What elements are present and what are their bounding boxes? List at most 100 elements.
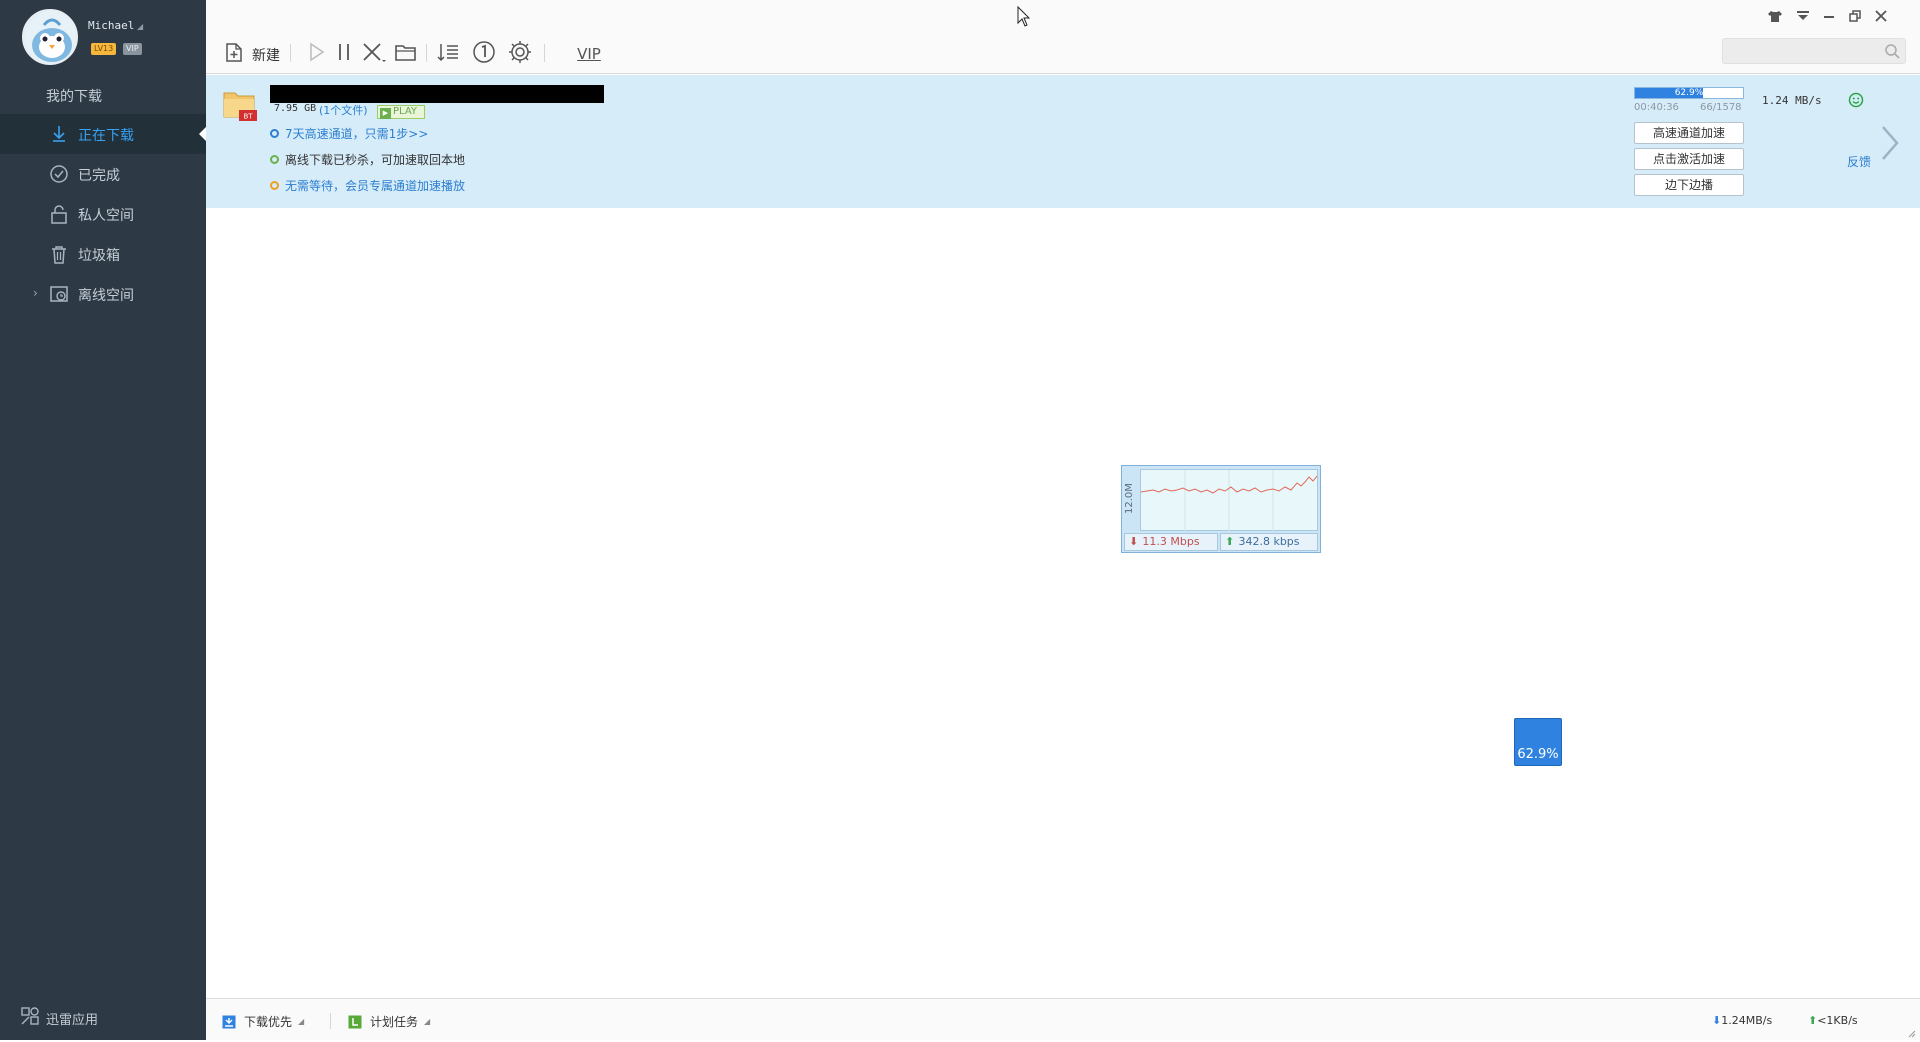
close-icon <box>1875 10 1887 26</box>
sort-button[interactable] <box>434 40 462 68</box>
speed-graph <box>1140 469 1318 532</box>
arrow-up-icon: ⬆ <box>1225 535 1235 548</box>
schedule-icon <box>348 1015 362 1029</box>
download-priority-toggle[interactable]: 下载优先 ◢ <box>222 1013 304 1030</box>
nav-my-downloads[interactable]: 我的下载 <box>0 75 206 115</box>
toolbar-divider <box>426 44 427 62</box>
toolbar-divider <box>290 44 291 62</box>
toolbar-divider <box>544 44 545 62</box>
tip-offline: 离线下载已秒杀，可加速取回本地 <box>270 151 465 168</box>
download-rate: ⬇ 11.3 Mbps <box>1124 533 1218 551</box>
chevron-right-icon[interactable] <box>1878 121 1902 165</box>
nav-label: 正在下载 <box>78 128 134 144</box>
highspeed-accelerate-button[interactable]: 高速通道加速 <box>1634 122 1744 144</box>
arrow-down-icon: ⬇ <box>1712 1014 1722 1027</box>
nav-downloading[interactable]: 正在下载 <box>0 114 206 154</box>
avatar[interactable] <box>22 9 78 65</box>
global-upload-speed: ⬆<1KB/s <box>1808 1014 1858 1027</box>
apps-link[interactable]: 迅雷应用 <box>20 1005 98 1031</box>
task-file-count[interactable]: (1个文件) <box>319 102 368 118</box>
download-icon <box>48 124 70 144</box>
floating-progress-label: 62.9% <box>1517 747 1559 762</box>
upload-rate: ⬆ 342.8 kbps <box>1220 533 1318 551</box>
open-folder-button[interactable] <box>392 40 420 68</box>
download-priority-icon <box>222 1015 236 1029</box>
arrow-up-icon: ⬆ <box>1808 1014 1818 1027</box>
delete-button[interactable] <box>360 40 388 68</box>
upload-rate-value: 342.8 kbps <box>1238 535 1300 548</box>
level-badge: LV13 <box>91 43 117 55</box>
scheduled-tasks-button[interactable]: 计划任务 ◢ <box>348 1013 430 1030</box>
chevron-right-icon[interactable]: › <box>33 286 38 300</box>
caret-down-icon[interactable]: ◢ <box>137 22 143 31</box>
search-input[interactable] <box>1729 42 1879 60</box>
svg-text:BT: BT <box>243 113 253 121</box>
download-rate-value: 11.3 Mbps <box>1142 535 1200 548</box>
pause-button[interactable] <box>330 40 358 68</box>
resize-grip-icon[interactable] <box>1906 1027 1916 1038</box>
settings-button[interactable] <box>506 40 534 68</box>
minimize-button[interactable] <box>1818 8 1840 28</box>
play-label: PLAY <box>393 106 418 117</box>
feedback-link[interactable]: 反馈 <box>1847 153 1871 170</box>
restore-icon <box>1849 10 1861 26</box>
offline-cloud-icon <box>48 284 70 304</box>
tip-highspeed-link[interactable]: 7天高速通道，只需1步>> <box>270 125 428 142</box>
task-name[interactable] <box>270 85 604 103</box>
new-task-button[interactable] <box>220 40 248 68</box>
play-button[interactable]: ▶ PLAY <box>377 105 425 119</box>
close-x-icon <box>361 41 387 67</box>
stream-while-download-button[interactable]: 边下边播 <box>1634 174 1744 196</box>
minimize-icon <box>1823 10 1835 26</box>
speed-monitor-widget[interactable]: 12.0M ⬇ 11.3 Mbps ⬆ 342.8 kbps <box>1121 465 1321 553</box>
new-task-label[interactable]: 新建 <box>252 45 280 65</box>
restore-button[interactable] <box>1844 8 1866 28</box>
nav-label: 离线空间 <box>78 288 134 304</box>
mouse-cursor-icon <box>1017 5 1031 28</box>
toolbar: 新建 VIP <box>206 0 1920 74</box>
time-remaining: 00:40:36 <box>1634 102 1679 113</box>
close-button[interactable] <box>1870 8 1892 28</box>
search-box[interactable] <box>1722 38 1906 64</box>
nav-label: 我的下载 <box>46 89 102 105</box>
speed-graph-svg <box>1140 470 1318 532</box>
check-circle-icon <box>48 164 70 184</box>
vip-badge[interactable]: VIP <box>123 43 142 55</box>
tip-text: 无需等待，会员专属通道加速播放 <box>285 179 466 193</box>
profile-area: Michael ◢ LV13 VIP <box>0 0 206 75</box>
start-button[interactable] <box>302 40 330 68</box>
bullet-circle-icon <box>270 129 279 138</box>
lock-icon <box>48 204 70 224</box>
tip-vip-link[interactable]: 无需等待，会员专属通道加速播放 <box>270 177 465 194</box>
monitor-scale-label: 12.0M <box>1124 483 1135 514</box>
play-icon: ▶ <box>380 108 391 119</box>
play-icon <box>305 41 327 67</box>
vip-button[interactable]: VIP <box>574 40 604 68</box>
caret-down-icon: ◢ <box>424 1017 431 1026</box>
nav-offline-space[interactable]: › 离线空间 <box>0 274 206 314</box>
bt-folder-icon: BT <box>222 87 258 123</box>
trash-icon <box>48 244 70 264</box>
menu-button[interactable] <box>1792 8 1814 28</box>
new-file-icon <box>223 41 245 67</box>
floating-progress-widget[interactable]: 62.9% <box>1514 718 1562 766</box>
task-speed: 1.24 MB/s <box>1762 94 1822 107</box>
username[interactable]: Michael <box>88 19 134 32</box>
nav-label: 已完成 <box>78 168 120 184</box>
bullet-circle-icon <box>270 181 279 190</box>
skin-button[interactable] <box>1764 8 1786 28</box>
search-icon[interactable] <box>1883 42 1901 60</box>
nav-completed[interactable]: 已完成 <box>0 154 206 194</box>
smile-icon[interactable] <box>1848 92 1864 108</box>
download-priority-label: 下载优先 <box>244 1015 293 1029</box>
task-row[interactable]: BT 7.95 GB (1个文件) ▶ PLAY 7天高速通道，只需1步>> 离线… <box>206 75 1920 208</box>
nav-private-space[interactable]: 私人空间 <box>0 194 206 234</box>
activate-accelerate-button[interactable]: 点击激活加速 <box>1634 148 1744 170</box>
apps-icon <box>20 1006 40 1030</box>
speed-limit-button[interactable] <box>470 40 498 68</box>
apps-label: 迅雷应用 <box>46 1012 99 1028</box>
progress-percent: 62.9% <box>1674 88 1704 98</box>
nav-label: 垃圾箱 <box>78 248 120 264</box>
speed-limit-icon <box>472 40 496 68</box>
nav-trash[interactable]: 垃圾箱 <box>0 234 206 274</box>
